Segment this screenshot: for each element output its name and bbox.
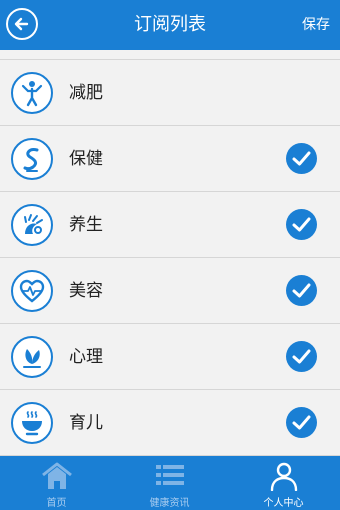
tab-label: 个人中心 (263, 498, 304, 509)
tab-label: 首页 (46, 498, 67, 509)
list-icon (155, 465, 184, 485)
list-item-yuer[interactable]: 育儿 (0, 390, 340, 456)
bottom-tab-bar: 首页 健康资讯 个人中心 (0, 456, 340, 510)
tab-label: 健康资讯 (149, 498, 190, 509)
leaf-icon (11, 336, 53, 378)
list-item-label: 减肥 (69, 83, 103, 103)
tab-personal-center[interactable]: 个人中心 (227, 456, 340, 510)
checkmark-icon[interactable] (286, 407, 317, 438)
list-item-yangsheng[interactable]: 养生 (0, 192, 340, 258)
list-item-xinli[interactable]: 心理 (0, 324, 340, 390)
list-item-label: 育儿 (69, 413, 103, 433)
list-item-label: 美容 (69, 281, 103, 301)
tab-health-news[interactable]: 健康资讯 (113, 456, 226, 510)
checkmark-icon[interactable] (286, 209, 317, 240)
checkmark-icon[interactable] (286, 275, 317, 306)
save-button[interactable]: 保存 (302, 0, 330, 50)
list-top-spacer (0, 50, 340, 60)
list-item-label: 心理 (69, 347, 103, 367)
subscription-list: 减肥 保健 养生 美容 心理 育儿 (0, 50, 340, 456)
yoga-person-icon (11, 72, 53, 114)
tab-home[interactable]: 首页 (0, 456, 113, 510)
page-title: 订阅列表 (134, 14, 206, 35)
top-bar: 订阅列表 保存 (0, 0, 340, 50)
person-icon (270, 462, 297, 491)
list-item-baojian[interactable]: 保健 (0, 126, 340, 192)
heart-pulse-icon (11, 270, 53, 312)
checkmark-icon[interactable] (286, 143, 317, 174)
checkmark-icon[interactable] (286, 341, 317, 372)
list-item-label: 养生 (69, 215, 103, 235)
list-item-meirong[interactable]: 美容 (0, 258, 340, 324)
swirl-s-icon (11, 138, 53, 180)
home-icon (41, 462, 72, 489)
peacock-icon (11, 204, 53, 246)
bowl-icon (11, 402, 53, 444)
list-item-label: 保健 (69, 149, 103, 169)
list-item-jianfei[interactable]: 减肥 (0, 60, 340, 126)
